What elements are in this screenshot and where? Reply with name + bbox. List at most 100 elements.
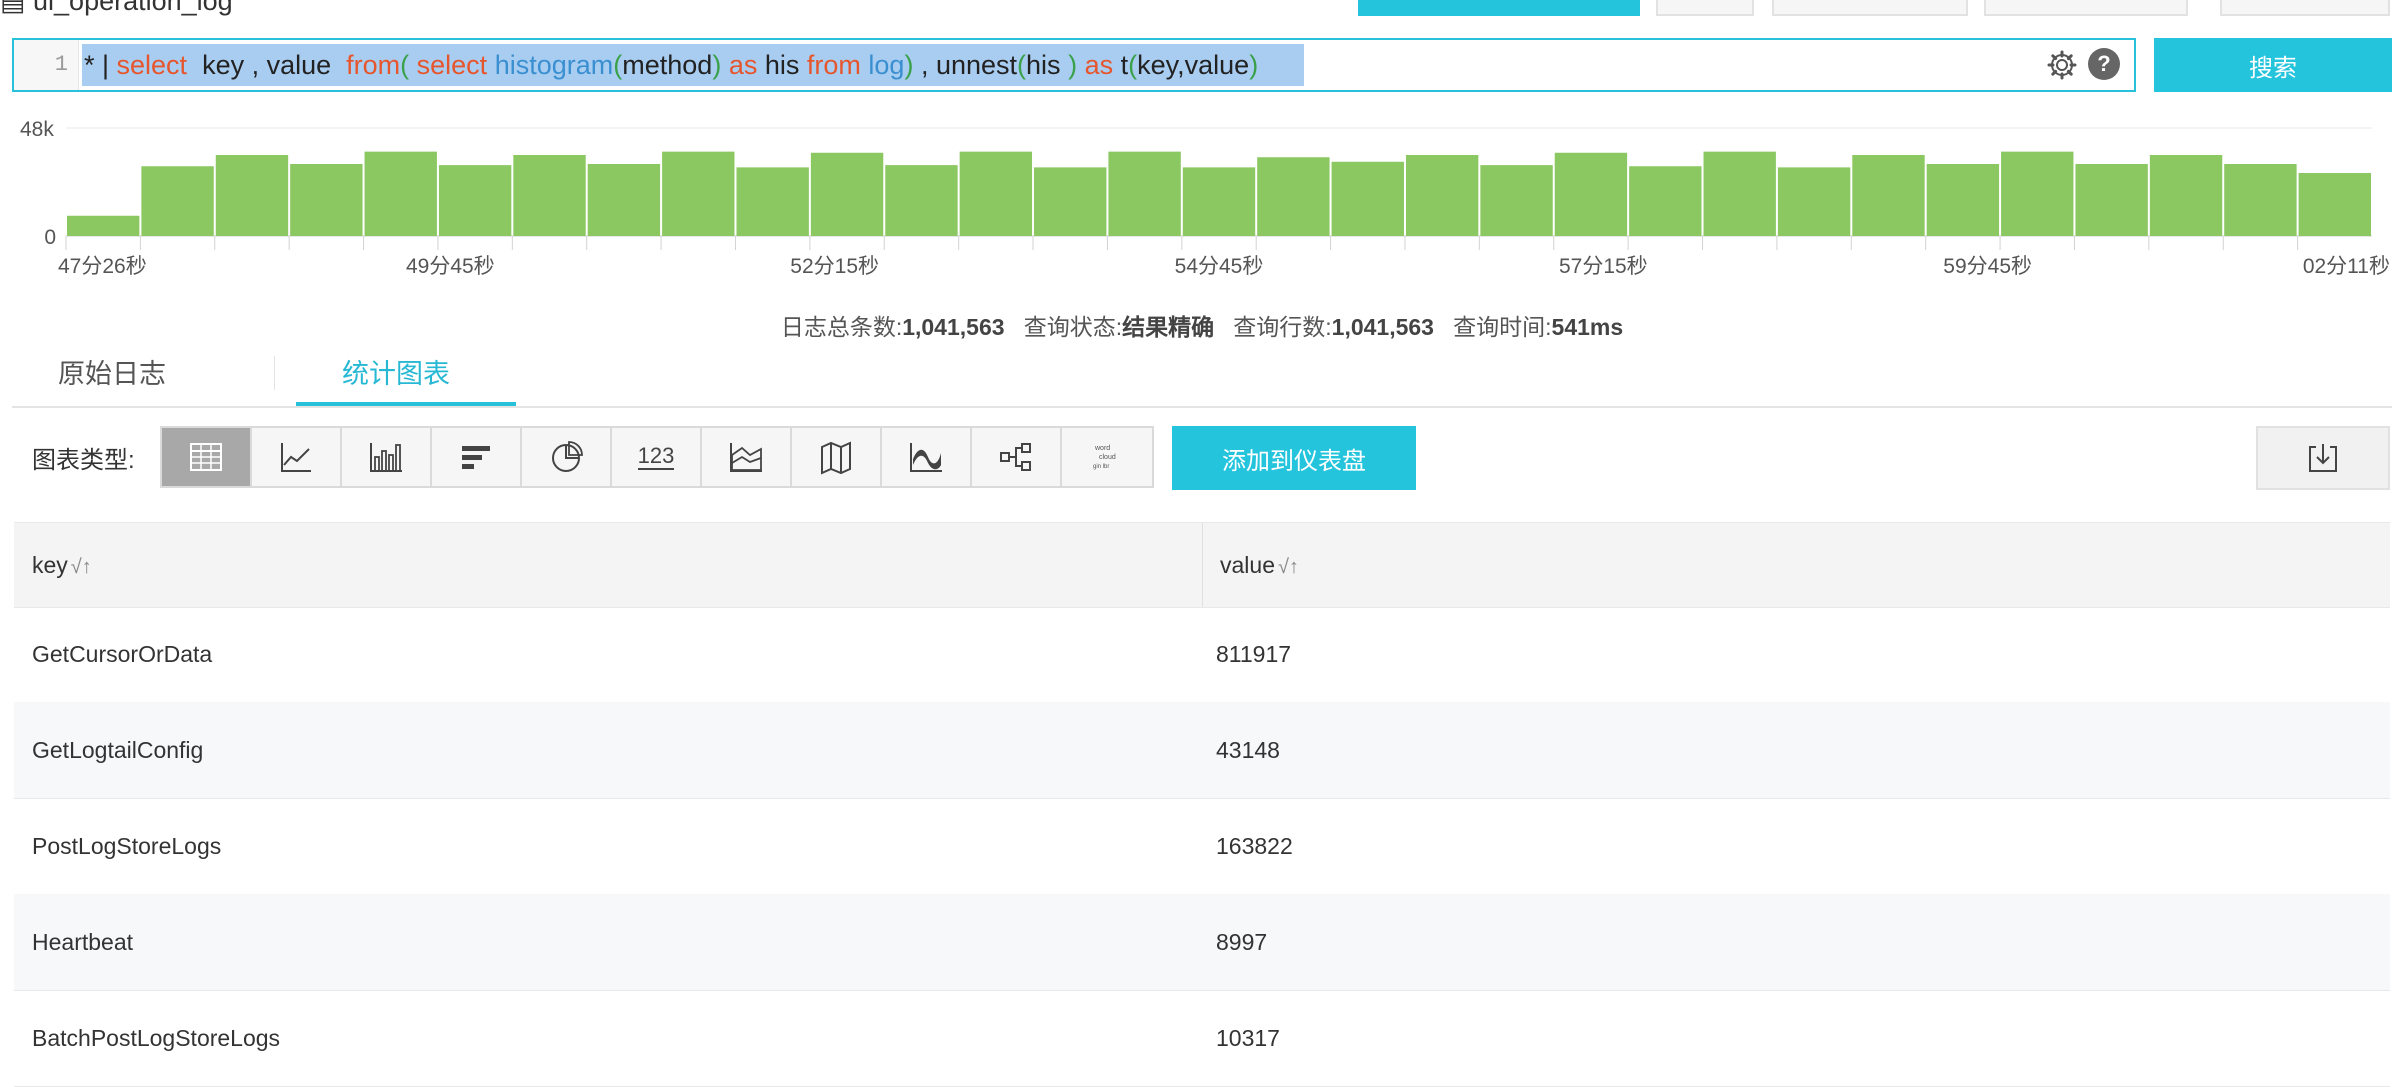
query-text[interactable]: * | select key , value from( select hist… — [84, 40, 1258, 90]
query-token: * — [84, 50, 103, 80]
histogram-bar[interactable] — [290, 164, 363, 236]
query-token: ) — [1249, 50, 1259, 80]
histogram-bar[interactable] — [2001, 151, 2074, 236]
tab-divider — [274, 356, 275, 390]
histogram-bar[interactable] — [1480, 165, 1553, 236]
histogram-bar[interactable] — [141, 166, 214, 236]
total-count: 1,041,563 — [902, 314, 1005, 340]
query-token: as — [1084, 50, 1114, 80]
cell-value: 811917 — [1216, 641, 1292, 667]
histogram-bar[interactable] — [736, 167, 809, 236]
query-token: his — [757, 50, 807, 80]
bar-chart-icon — [370, 443, 402, 472]
log-histogram: 48k 0 47分26秒 49分45秒 52分15秒 54分45秒 57分15秒 59分45秒… — [12, 104, 2392, 308]
map-icon — [821, 441, 851, 475]
histogram-bar[interactable] — [1182, 167, 1256, 236]
add-to-dashboard-button[interactable]: 添加到仪表盘 — [1172, 426, 1416, 490]
cell-value: 8997 — [1216, 929, 1268, 955]
table-icon — [190, 443, 222, 471]
pie-chart-icon — [552, 441, 583, 472]
chart-type-line[interactable] — [252, 428, 342, 486]
histogram-bar[interactable] — [662, 151, 735, 236]
query-token: t — [1113, 50, 1129, 80]
x-tick-label: 54分45秒 — [1175, 255, 1264, 278]
flow-chart-icon — [910, 443, 942, 472]
download-icon — [2309, 444, 2337, 472]
tab-statistics[interactable]: 统计图表 — [342, 352, 450, 391]
query-token: ( — [400, 50, 417, 80]
query-token: histogram — [494, 50, 614, 80]
histogram-bar[interactable] — [1852, 155, 1925, 236]
histogram-bar[interactable] — [1629, 166, 1702, 236]
chart-type-flow[interactable] — [882, 428, 972, 486]
column-header-value[interactable]: value √↑ — [1220, 523, 1299, 609]
query-status: 结果精确 — [1122, 314, 1215, 340]
table-row: GetLogtailConfig 43148 — [14, 702, 2390, 799]
cell-key: GetCursorOrData — [32, 641, 213, 667]
top-button-1[interactable] — [1656, 0, 1754, 16]
help-icon[interactable]: ? — [2088, 48, 2120, 80]
query-token: select — [416, 50, 488, 80]
histogram-bar[interactable] — [959, 151, 1033, 236]
sort-icon[interactable]: √↑ — [1278, 556, 1299, 578]
horizontal-bar-icon — [462, 446, 490, 469]
svg-text:word: word — [1094, 445, 1110, 452]
histogram-bar[interactable] — [2298, 173, 2371, 236]
result-tabs: 原始日志 统计图表 — [12, 342, 2392, 408]
search-button[interactable]: 搜索 — [2154, 38, 2392, 92]
histogram-bar[interactable] — [1554, 152, 1628, 236]
histogram-bar[interactable] — [1034, 167, 1107, 236]
histogram-bar[interactable] — [810, 152, 884, 236]
chart-type-horizontal-bar[interactable] — [432, 428, 522, 486]
column-header-key[interactable]: key √↑ — [32, 523, 92, 609]
chart-type-number[interactable]: 123 — [612, 428, 702, 486]
x-tick-label: 59分45秒 — [1943, 255, 2032, 278]
histogram-bar[interactable] — [67, 215, 140, 236]
chart-type-map[interactable] — [792, 428, 882, 486]
histogram-bar[interactable] — [885, 165, 958, 236]
histogram-bar[interactable] — [587, 164, 661, 236]
chart-type-pie[interactable] — [522, 428, 612, 486]
x-tick-label: 57分15秒 — [1559, 255, 1648, 278]
table-row: BatchPostLogStoreLogs 10317 — [14, 990, 2390, 1087]
query-summary: 日志总条数:1,041,563 查询状态:结果精确 查询行数:1,041,563… — [780, 314, 1624, 340]
gear-icon[interactable] — [2046, 49, 2078, 81]
histogram-bar[interactable] — [2149, 155, 2223, 236]
histogram-bar[interactable] — [2224, 164, 2297, 236]
histogram-bar[interactable] — [364, 151, 437, 236]
top-button-4[interactable] — [2220, 0, 2390, 16]
query-editor[interactable]: 1 * | select key , value from( select hi… — [12, 38, 2136, 92]
cell-value: 163822 — [1216, 833, 1293, 859]
top-button-3[interactable] — [1984, 0, 2188, 16]
chart-type-topology[interactable] — [972, 428, 1062, 486]
line-chart-icon — [281, 443, 311, 472]
download-button[interactable] — [2256, 426, 2390, 490]
chart-type-bar[interactable] — [342, 428, 432, 486]
top-primary-button[interactable] — [1358, 0, 1640, 16]
x-tick-label: 49分45秒 — [406, 255, 495, 278]
histogram-bar[interactable] — [513, 155, 586, 236]
histogram-bar[interactable] — [1108, 151, 1181, 236]
sort-icon[interactable]: √↑ — [71, 556, 92, 578]
chart-type-label: 图表类型: — [32, 447, 135, 474]
tab-raw-logs[interactable]: 原始日志 — [58, 352, 166, 391]
histogram-bar[interactable] — [2075, 164, 2148, 236]
chart-type-word-cloud[interactable]: word cloud gin lbr — [1062, 428, 1152, 486]
histogram-bar[interactable] — [215, 155, 289, 236]
histogram-bar[interactable] — [1703, 151, 1776, 236]
histogram-bar[interactable] — [1926, 164, 2000, 236]
histogram-bar[interactable] — [438, 165, 512, 236]
top-button-2[interactable] — [1772, 0, 1968, 16]
histogram-bar[interactable] — [1257, 157, 1330, 236]
histogram-bar[interactable] — [1331, 161, 1404, 236]
query-token: as — [728, 50, 758, 80]
histogram-bar[interactable] — [1777, 167, 1851, 236]
y-tick-label: 0 — [44, 226, 56, 249]
query-token: ) — [1068, 50, 1078, 80]
query-token: ( — [613, 50, 623, 80]
query-token: key,value — [1137, 50, 1250, 80]
histogram-bar[interactable] — [1405, 155, 1479, 236]
query-token: select — [116, 50, 188, 80]
chart-type-area[interactable] — [702, 428, 792, 486]
chart-type-table[interactable] — [162, 428, 252, 486]
